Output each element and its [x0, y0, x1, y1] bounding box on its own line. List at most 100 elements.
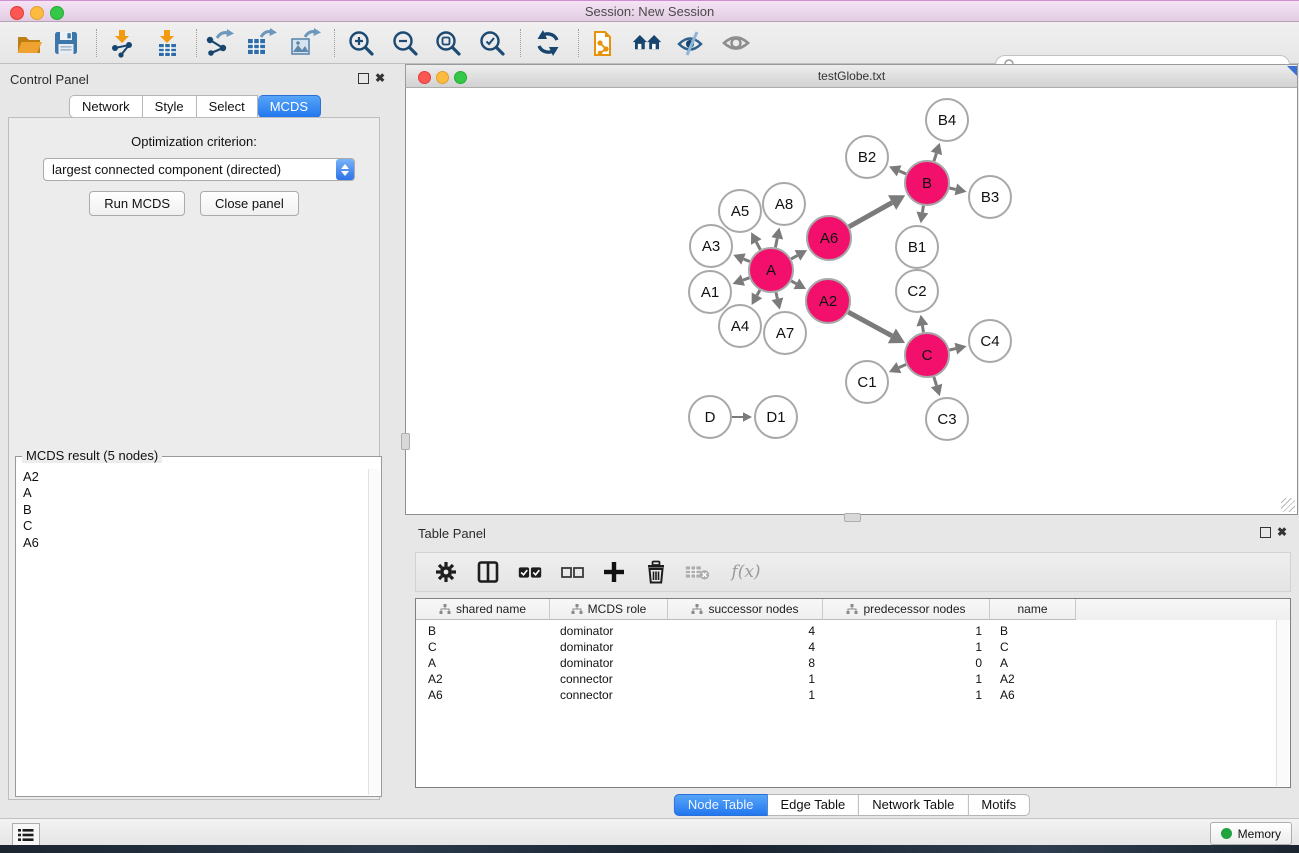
edge-A-A7[interactable]: [772, 292, 784, 309]
result-item[interactable]: C: [23, 518, 368, 534]
table-cell[interactable]: connector: [560, 671, 613, 687]
table-cell[interactable]: 4: [668, 639, 815, 655]
edge-A-A3[interactable]: [733, 253, 749, 264]
node-B[interactable]: B: [905, 161, 949, 205]
node-C1[interactable]: C1: [846, 361, 888, 403]
tab-node-table[interactable]: Node Table: [674, 794, 768, 816]
network-canvas[interactable]: B4B2BB3B1A5A8A6A3AA1C2A2A4A7C4CC1C3DD1: [405, 88, 1298, 515]
open-file-button[interactable]: [13, 28, 45, 58]
network-graph[interactable]: B4B2BB3B1A5A8A6A3AA1C2A2A4A7C4CC1C3DD1: [406, 88, 1297, 513]
window-titlebar[interactable]: Session: New Session: [0, 0, 1299, 22]
table-cell[interactable]: dominator: [560, 623, 613, 639]
export-network-button[interactable]: [203, 28, 235, 58]
table-cell[interactable]: 0: [823, 655, 982, 671]
edge-C-C3[interactable]: [931, 377, 942, 396]
node-C3[interactable]: C3: [926, 398, 968, 440]
result-list-scrollbar[interactable]: [368, 469, 380, 795]
table-cell[interactable]: dominator: [560, 639, 613, 655]
table-cell[interactable]: A: [428, 655, 436, 671]
node-C4[interactable]: C4: [969, 320, 1011, 362]
node-D1[interactable]: D1: [755, 396, 797, 438]
table-cell[interactable]: A6: [1000, 687, 1015, 703]
node-table[interactable]: shared nameMCDS rolesuccessor nodesprede…: [415, 598, 1291, 788]
show-graphics-details-button[interactable]: [720, 28, 752, 58]
zoom-in-button[interactable]: [345, 28, 377, 58]
column-header-MCDS-role[interactable]: MCDS role: [550, 599, 668, 620]
table-cell[interactable]: 1: [668, 687, 815, 703]
tab-select[interactable]: Select: [197, 95, 258, 118]
edge-B-B1[interactable]: [916, 206, 928, 224]
float-panel-icon[interactable]: [358, 73, 369, 84]
table-cell[interactable]: C: [428, 639, 437, 655]
table-cell[interactable]: A2: [428, 671, 443, 687]
task-history-button[interactable]: [12, 823, 40, 846]
edge-D-D1[interactable]: [732, 412, 752, 422]
delete-table-button[interactable]: [684, 558, 712, 586]
save-session-button[interactable]: [50, 28, 82, 58]
table-cell[interactable]: dominator: [560, 655, 613, 671]
table-cell[interactable]: C: [1000, 639, 1009, 655]
table-cell[interactable]: A2: [1000, 671, 1015, 687]
edge-B-B3[interactable]: [949, 184, 966, 196]
table-scrollbar[interactable]: [1276, 620, 1289, 786]
node-B4[interactable]: B4: [926, 99, 968, 141]
node-A8[interactable]: A8: [763, 183, 805, 225]
edge-C-C1[interactable]: [889, 362, 906, 373]
close-panel-button[interactable]: Close panel: [200, 191, 299, 216]
close-panel-icon[interactable]: ✖: [375, 72, 385, 84]
apply-layout-button[interactable]: [532, 28, 564, 58]
export-table-button[interactable]: [245, 28, 277, 58]
column-header-successor-nodes[interactable]: successor nodes: [668, 599, 823, 620]
zoom-fit-button[interactable]: [432, 28, 464, 58]
node-A7[interactable]: A7: [764, 312, 806, 354]
close-table-panel-icon[interactable]: ✖: [1277, 526, 1287, 538]
import-network-button[interactable]: [106, 28, 138, 58]
edge-C-C2[interactable]: [916, 315, 928, 333]
table-cell[interactable]: 1: [823, 623, 982, 639]
edge-A-A2[interactable]: [791, 279, 806, 290]
node-A6[interactable]: A6: [807, 216, 851, 260]
node-A3[interactable]: A3: [690, 225, 732, 267]
tab-edge-table[interactable]: Edge Table: [767, 794, 859, 816]
tab-network[interactable]: Network: [69, 95, 143, 118]
node-A5[interactable]: A5: [719, 190, 761, 232]
node-C[interactable]: C: [905, 333, 949, 377]
tab-style[interactable]: Style: [143, 95, 197, 118]
edge-A-A8[interactable]: [771, 228, 783, 248]
table-cell[interactable]: B: [428, 623, 436, 639]
result-item[interactable]: A6: [23, 535, 368, 551]
node-A2[interactable]: A2: [806, 279, 850, 323]
zoom-selected-button[interactable]: [476, 28, 508, 58]
node-D[interactable]: D: [689, 396, 731, 438]
show-columns-button[interactable]: [474, 558, 502, 586]
edge-A-A1[interactable]: [733, 274, 750, 285]
export-image-button[interactable]: [289, 28, 321, 58]
column-header-shared-name[interactable]: shared name: [416, 599, 550, 620]
table-cell[interactable]: connector: [560, 687, 613, 703]
table-cell[interactable]: A: [1000, 655, 1008, 671]
tab-mcds[interactable]: MCDS: [258, 95, 321, 118]
column-header-predecessor-nodes[interactable]: predecessor nodes: [823, 599, 990, 620]
edge-C-C4[interactable]: [949, 343, 966, 355]
tab-network-table[interactable]: Network Table: [859, 794, 968, 816]
node-B3[interactable]: B3: [969, 176, 1011, 218]
home-button[interactable]: [631, 28, 663, 58]
mcds-result-list[interactable]: A2ABCA6: [18, 469, 368, 794]
resize-grip-icon[interactable]: [1281, 498, 1295, 512]
edge-B-B4[interactable]: [931, 143, 942, 161]
result-item[interactable]: A2: [23, 469, 368, 485]
node-A4[interactable]: A4: [719, 305, 761, 347]
table-cell[interactable]: 1: [823, 687, 982, 703]
node-A1[interactable]: A1: [689, 271, 731, 313]
edge-A-A4[interactable]: [752, 290, 763, 305]
result-item[interactable]: B: [23, 502, 368, 518]
edge-A6-B[interactable]: [849, 195, 905, 227]
vertical-divider-handle[interactable]: [401, 433, 410, 450]
run-mcds-button[interactable]: Run MCDS: [89, 191, 185, 216]
zoom-out-button[interactable]: [389, 28, 421, 58]
select-all-rows-button[interactable]: [516, 558, 544, 586]
table-cell[interactable]: B: [1000, 623, 1008, 639]
table-cell[interactable]: 1: [668, 671, 815, 687]
add-column-button[interactable]: [600, 558, 628, 586]
import-table-button[interactable]: [151, 28, 183, 58]
